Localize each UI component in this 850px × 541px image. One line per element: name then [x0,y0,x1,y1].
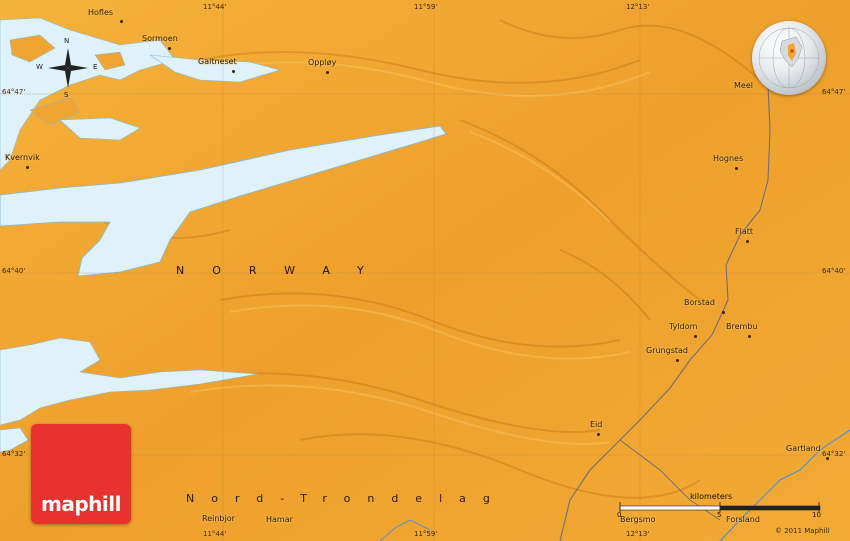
compass-rose [46,46,90,90]
place-dot [748,335,751,338]
place-dot [746,240,749,243]
coord-bottom-2: 11°59' [414,530,438,538]
place-hofles[interactable]: Hofles [88,9,113,17]
coord-top-2: 11°59' [414,3,438,11]
coord-right-1: 64°47' [822,88,846,96]
place-dot [676,359,679,362]
coord-left-2: 64°40' [2,267,26,275]
copyright-text: © 2011 Maphill [775,527,830,535]
place-tyldom[interactable]: Tyldom [669,323,697,331]
place-dot [232,70,235,73]
place-meel[interactable]: Meel [734,82,753,90]
country-label: NORWAY [176,264,392,277]
coord-bottom-1: 11°44' [203,530,227,538]
place-kvernvik[interactable]: Kvernvik [5,154,40,162]
place-gartland[interactable]: Gartland [786,445,821,453]
place-dot [597,433,600,436]
place-dot [168,47,171,50]
compass-w: W [36,63,43,71]
region-label: Nord-Trondelag [186,492,507,505]
coord-right-2: 64°40' [822,267,846,275]
compass-s: S [64,91,69,99]
compass-n: N [64,37,70,45]
compass-e: E [93,63,98,71]
place-brembu[interactable]: Brembu [726,323,757,331]
place-borstad[interactable]: Borstad [684,299,715,307]
maphill-logo[interactable]: maphill [31,424,131,524]
place-reinbjor[interactable]: Reinbjor [202,515,235,523]
place-dot [826,457,829,460]
coord-left-3: 64°32' [2,450,26,458]
scale-tick-0: 0 [617,511,622,519]
place-hamar[interactable]: Hamar [266,516,293,524]
place-sormoen[interactable]: Sormoen [142,35,178,43]
coord-left-1: 64°47' [2,88,26,96]
place-eid[interactable]: Eid [590,421,602,429]
place-dot [735,167,738,170]
place-galtneset[interactable]: Galtneset [198,58,237,66]
coord-top-1: 11°44' [203,3,227,11]
place-dot [326,71,329,74]
logo-text: maphill [41,492,121,516]
compass-star-icon [48,48,88,88]
place-dot [26,166,29,169]
place-dot [120,20,123,23]
place-dot [722,311,725,314]
scale-tick-5: 5 [717,511,722,519]
place-dot [694,335,697,338]
scale-tick-10: 10 [812,511,821,519]
coord-bottom-3: 12°13' [626,530,650,538]
coord-top-3: 12°13' [626,3,650,11]
place-hognes[interactable]: Hognes [713,155,743,163]
place-opploy[interactable]: Oppløy [308,59,336,67]
place-grungstad[interactable]: Grungstad [646,347,688,355]
locator-globe-icon [752,21,826,95]
place-flatt[interactable]: Flatt [735,228,753,236]
